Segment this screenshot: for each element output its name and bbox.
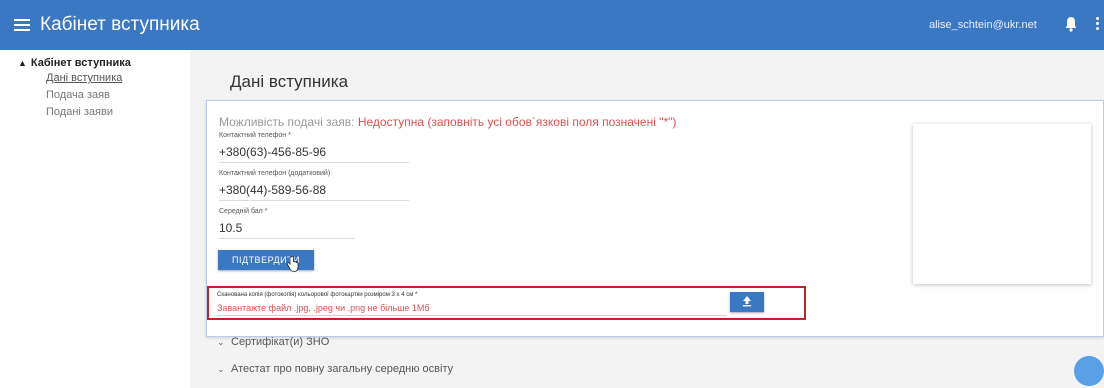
average-score-field-label: Середній бал * — [219, 208, 268, 215]
sidebar-item-applicant-data[interactable]: Дані вступника — [46, 72, 122, 84]
floating-action-button[interactable] — [1074, 356, 1104, 386]
photo-upload-label: Сканована копія (фотокопія) кольорової ф… — [217, 292, 418, 298]
phone-field-label: Контактний телефон * — [219, 132, 291, 139]
section-zno-certificates[interactable]: ⌄ Сертифікат(и) ЗНО — [217, 336, 329, 348]
sidebar: ▲ Кабінет вступника Дані вступника Подача… — [0, 50, 175, 388]
section-school-certificate-label: Атестат про повну загальну середню освіт… — [231, 363, 454, 375]
application-availability-notice: Можливість подачі заяв: Недоступна (запо… — [219, 115, 676, 129]
bell-icon[interactable] — [1064, 16, 1078, 32]
app-title: Кабінет вступника — [40, 14, 200, 35]
chevron-up-icon: ▲ — [18, 58, 27, 68]
hand-cursor-icon — [286, 256, 299, 272]
upload-icon — [743, 295, 751, 306]
more-vert-icon[interactable] — [1092, 17, 1104, 33]
confirm-button[interactable]: ПІДТВЕРДИТИ — [218, 250, 314, 270]
sidebar-section-title: Кабінет вступника — [30, 57, 131, 69]
menu-icon[interactable] — [14, 19, 30, 31]
top-app-bar: Кабінет вступника alise_schtein@ukr.net — [0, 0, 1104, 50]
section-zno-label: Сертифікат(и) ЗНО — [231, 336, 330, 348]
page-title: Дані вступника — [230, 72, 349, 91]
photo-upload-section: Сканована копія (фотокопія) кольорової ф… — [207, 286, 806, 320]
sidebar-item-submit-applications[interactable]: Подача заяв — [46, 89, 110, 101]
extra-phone-field[interactable]: +380(44)-589-56-88 — [219, 183, 409, 201]
chevron-down-icon: ⌄ — [217, 364, 225, 374]
user-email[interactable]: alise_schtein@ukr.net — [929, 19, 1037, 31]
phone-field[interactable]: +380(63)-456-85-96 — [219, 145, 409, 163]
section-school-certificate[interactable]: ⌄ Атестат про повну загальну середню осві… — [217, 363, 453, 375]
notice-status: Недоступна (заповніть усі обов`язкові по… — [357, 115, 677, 129]
upload-button[interactable] — [730, 292, 764, 312]
extra-phone-field-label: Контактний телефон (додатковий) — [219, 170, 331, 177]
sidebar-section-header[interactable]: ▲ Кабінет вступника — [18, 57, 131, 69]
photo-preview — [913, 124, 1091, 284]
chevron-down-icon: ⌄ — [217, 337, 225, 347]
main-content: Дані вступника Можливість подачі заяв: Н… — [190, 50, 1104, 388]
notice-prefix: Можливість подачі заяв: — [219, 115, 355, 129]
photo-upload-hint[interactable]: Завантажте файл .jpg, .jpeg чи .png не б… — [217, 303, 727, 316]
sidebar-item-submitted-applications[interactable]: Подані заяви — [46, 106, 113, 118]
average-score-field[interactable]: 10.5 — [219, 221, 355, 239]
